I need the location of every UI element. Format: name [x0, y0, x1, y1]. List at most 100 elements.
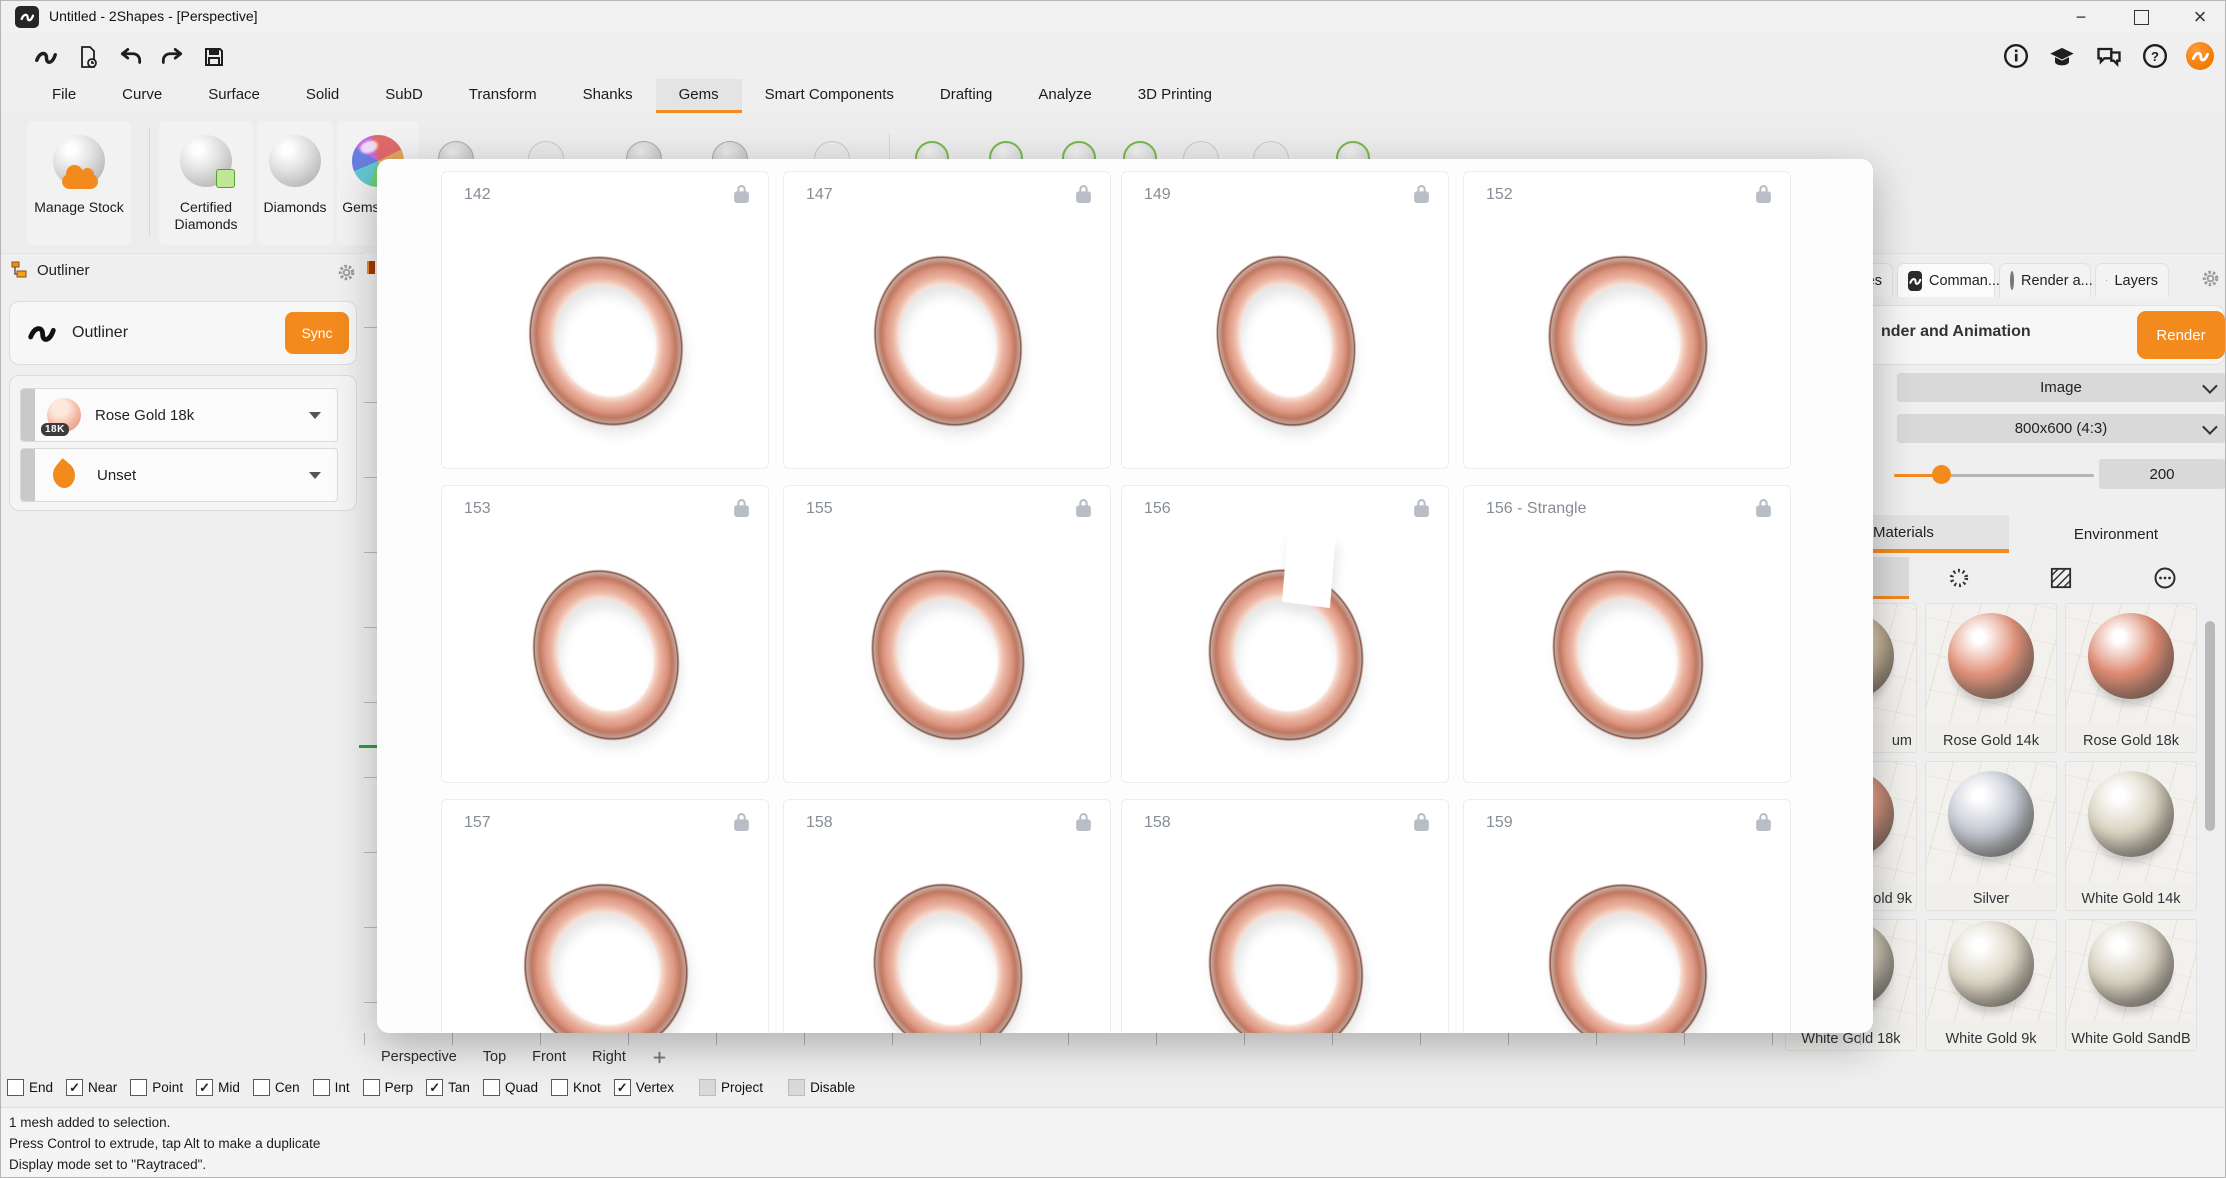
- panel-settings-gear-icon[interactable]: [2201, 269, 2220, 288]
- dotted-ring-icon: [1948, 567, 1970, 589]
- ring-card[interactable]: 147: [783, 171, 1111, 469]
- material-category-metals[interactable]: [1931, 557, 1987, 599]
- ring-card[interactable]: 142: [441, 171, 769, 469]
- outliner-item-unset[interactable]: Unset: [20, 448, 338, 502]
- brand-swoosh-icon[interactable]: [33, 44, 59, 70]
- maximize-button[interactable]: [2118, 3, 2164, 31]
- outliner-settings-gear-icon[interactable]: [337, 263, 356, 282]
- ring-card[interactable]: 158: [783, 799, 1111, 1033]
- ring-card[interactable]: 159: [1463, 799, 1791, 1033]
- redo-icon[interactable]: [159, 44, 185, 70]
- ring-card[interactable]: 156: [1121, 485, 1449, 783]
- tab-gems[interactable]: Gems: [656, 79, 742, 113]
- material-swatch[interactable]: Rose Gold 18k: [2065, 603, 2197, 753]
- render-icon: [2010, 271, 2014, 290]
- material-swatch[interactable]: White Gold 14k: [2065, 761, 2197, 911]
- add-viewport-icon[interactable]: [652, 1050, 667, 1065]
- minimize-button[interactable]: −: [2058, 3, 2104, 31]
- quick-access-toolbar: ?: [1, 33, 2225, 79]
- osnap-quad[interactable]: Quad: [483, 1079, 538, 1096]
- tab-3d-printing[interactable]: 3D Printing: [1115, 79, 1235, 113]
- viewport-tab-top[interactable]: Top: [483, 1049, 506, 1065]
- osnap-mid[interactable]: ✓Mid: [196, 1079, 240, 1096]
- tab-solid[interactable]: Solid: [283, 79, 362, 113]
- save-icon[interactable]: [201, 44, 227, 70]
- ring-card[interactable]: 152: [1463, 171, 1791, 469]
- chevron-down-icon[interactable]: [309, 412, 321, 419]
- osnap-near[interactable]: ✓Near: [66, 1079, 117, 1096]
- tab-commands[interactable]: Comman...: [1897, 263, 1995, 297]
- viewport-tab-right[interactable]: Right: [592, 1049, 626, 1065]
- tab-environment[interactable]: Environment: [2041, 515, 2191, 553]
- osnap-disable[interactable]: Disable: [788, 1079, 855, 1096]
- ring-card[interactable]: 149: [1121, 171, 1449, 469]
- osnap-cen[interactable]: Cen: [253, 1079, 300, 1096]
- viewport-tab-front[interactable]: Front: [532, 1049, 566, 1065]
- drag-handle[interactable]: [21, 449, 35, 501]
- chat-icon[interactable]: [2094, 41, 2124, 71]
- tab-analyze[interactable]: Analyze: [1015, 79, 1114, 113]
- quality-value-field[interactable]: 200: [2099, 459, 2225, 489]
- render-button[interactable]: Render: [2137, 311, 2225, 359]
- material-swatch[interactable]: White Gold SandB: [2065, 919, 2197, 1051]
- material-category-hatch[interactable]: [2033, 557, 2089, 599]
- lock-icon: [1075, 184, 1092, 204]
- commands-icon: [1908, 271, 1922, 291]
- layers-icon: [2106, 272, 2107, 289]
- tab-transform[interactable]: Transform: [446, 79, 560, 113]
- outliner-item-rose-gold[interactable]: 18K Rose Gold 18k: [20, 388, 338, 442]
- quality-slider-handle[interactable]: [1932, 465, 1951, 484]
- materials-scrollbar[interactable]: [2205, 621, 2215, 831]
- ring-id: 142: [464, 186, 491, 204]
- output-type-dropdown[interactable]: Image: [1897, 373, 2225, 402]
- tab-curve[interactable]: Curve: [99, 79, 185, 113]
- learn-icon[interactable]: [2047, 41, 2077, 71]
- application-window: Untitled - 2Shapes - [Perspective] − ×: [0, 0, 2226, 1178]
- osnap-perp[interactable]: Perp: [363, 1079, 414, 1096]
- chevron-down-icon[interactable]: [309, 472, 321, 479]
- resolution-dropdown[interactable]: 800x600 (4:3): [1897, 414, 2225, 443]
- osnap-vertex[interactable]: ✓Vertex: [614, 1079, 674, 1096]
- ring-card[interactable]: 156 - Strangle: [1463, 485, 1791, 783]
- recent-document-icon[interactable]: [75, 44, 101, 70]
- viewport-ruler: [364, 1033, 1879, 1045]
- ring-card[interactable]: 157: [441, 799, 769, 1033]
- material-category-more[interactable]: [2137, 557, 2193, 599]
- material-swatch[interactable]: Silver: [1925, 761, 2057, 911]
- diamonds-button[interactable]: Diamonds: [257, 121, 333, 245]
- app-logo-icon: [15, 6, 39, 28]
- viewport-tab-perspective[interactable]: Perspective: [381, 1049, 457, 1065]
- ring-card[interactable]: 155: [783, 485, 1111, 783]
- osnap-int[interactable]: Int: [313, 1079, 350, 1096]
- osnap-end[interactable]: End: [7, 1079, 53, 1096]
- sync-button[interactable]: Sync: [285, 312, 349, 354]
- material-swatch[interactable]: White Gold 9k: [1925, 919, 2057, 1051]
- certified-diamonds-button[interactable]: Certified Diamonds: [159, 121, 253, 245]
- outliner-tree-icon: [11, 261, 29, 279]
- drag-handle[interactable]: [21, 389, 35, 441]
- tab-shanks[interactable]: Shanks: [560, 79, 656, 113]
- osnap-knot[interactable]: Knot: [551, 1079, 601, 1096]
- help-icon[interactable]: ?: [2140, 41, 2170, 71]
- close-button[interactable]: ×: [2177, 3, 2223, 31]
- osnap-point[interactable]: Point: [130, 1079, 183, 1096]
- certified-diamonds-icon: [180, 135, 232, 187]
- undo-icon[interactable]: [118, 44, 144, 70]
- 2shapes-logo[interactable]: [2185, 41, 2215, 71]
- outliner-panel-tab[interactable]: Outliner: [11, 261, 90, 279]
- tab-file[interactable]: File: [29, 79, 99, 113]
- tab-layers[interactable]: Layers: [2095, 263, 2169, 297]
- ring-card[interactable]: 158: [1121, 799, 1449, 1033]
- ellipsis-circle-icon: [2153, 566, 2177, 590]
- material-swatch[interactable]: Rose Gold 14k: [1925, 603, 2057, 753]
- osnap-tan[interactable]: ✓Tan: [426, 1079, 470, 1096]
- tab-surface[interactable]: Surface: [185, 79, 283, 113]
- tab-render[interactable]: Render a...: [1999, 263, 2091, 297]
- manage-stock-button[interactable]: Manage Stock: [27, 121, 131, 245]
- osnap-project[interactable]: Project: [699, 1079, 763, 1096]
- tab-subd[interactable]: SubD: [362, 79, 446, 113]
- tab-drafting[interactable]: Drafting: [917, 79, 1016, 113]
- ring-card[interactable]: 153: [441, 485, 769, 783]
- tab-smart-components[interactable]: Smart Components: [742, 79, 917, 113]
- info-icon[interactable]: [2001, 41, 2031, 71]
